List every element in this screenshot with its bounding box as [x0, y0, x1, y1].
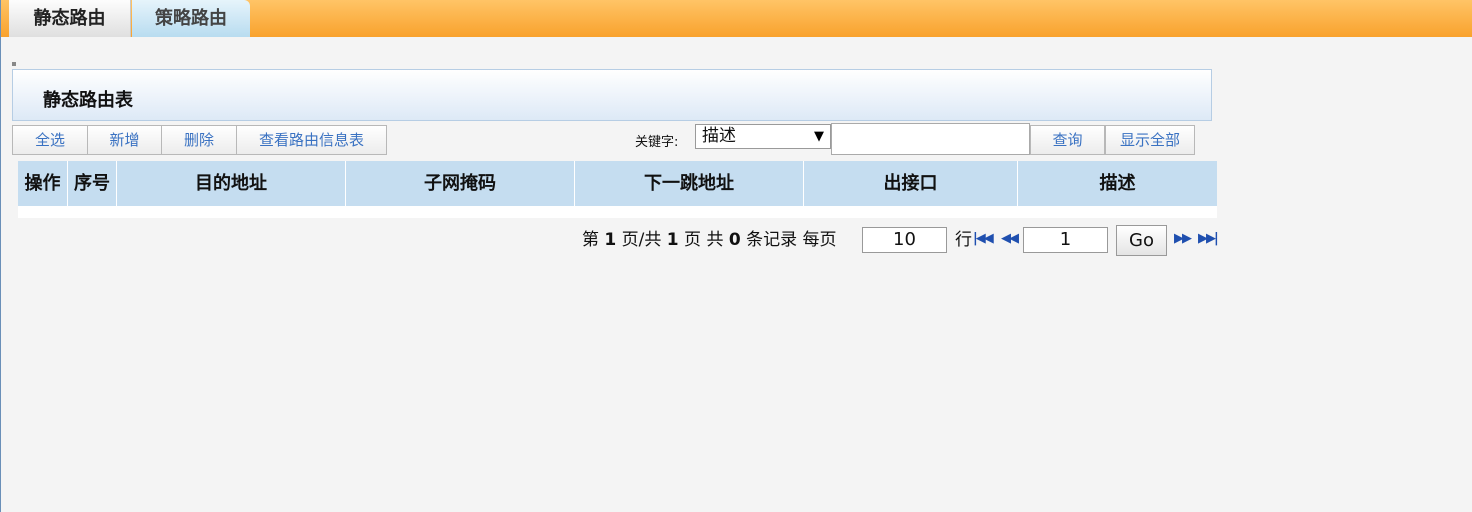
go-button[interactable]: Go: [1116, 225, 1167, 256]
dropdown-arrow-icon: ▼: [814, 129, 824, 144]
column-header-subnet-mask: 子网掩码: [346, 161, 575, 206]
pager-page-sep: 页/共: [621, 230, 662, 250]
pager-records-suffix: 条记录 每页: [746, 230, 837, 250]
prev-page-icon[interactable]: ◀◀: [1001, 231, 1019, 246]
keyword-field-select[interactable]: 描述 ▼: [695, 124, 831, 149]
pager-prefix: 第: [582, 230, 599, 250]
per-page-input[interactable]: 10: [862, 227, 947, 253]
column-header-destination: 目的地址: [117, 161, 346, 206]
next-page-icon[interactable]: ▶▶: [1174, 231, 1192, 246]
current-page: 1: [604, 230, 617, 250]
column-header-action: 操作: [18, 161, 68, 206]
keyword-input[interactable]: [831, 123, 1030, 155]
total-pages: 1: [666, 230, 679, 250]
goto-page-input[interactable]: 1: [1023, 227, 1108, 253]
select-all-button[interactable]: 全选: [12, 125, 88, 155]
pager-page-suffix: 页 共: [684, 230, 724, 250]
show-all-button[interactable]: 显示全部: [1105, 125, 1195, 155]
tab-policy-route[interactable]: 策略路由: [132, 0, 250, 37]
per-page-unit: 行: [955, 230, 972, 250]
last-page-icon[interactable]: ▶▶|: [1198, 231, 1219, 246]
tab-static-route[interactable]: 静态路由: [9, 0, 131, 37]
delete-button[interactable]: 删除: [161, 125, 237, 155]
add-button[interactable]: 新增: [87, 125, 162, 155]
panel-corner-mark: [12, 62, 16, 66]
view-route-info-button[interactable]: 查看路由信息表: [236, 125, 387, 155]
column-header-out-interface: 出接口: [804, 161, 1018, 206]
table-body: [18, 206, 1217, 218]
column-header-index: 序号: [68, 161, 117, 206]
table-header: 操作 序号 目的地址 子网掩码 下一跳地址 出接口 描述: [18, 161, 1217, 206]
panel-header: 静态路由表: [12, 69, 1212, 121]
total-records: 0: [728, 230, 741, 250]
search-button[interactable]: 查询: [1030, 125, 1105, 155]
column-header-next-hop: 下一跳地址: [575, 161, 804, 206]
first-page-icon[interactable]: |◀◀: [973, 231, 994, 246]
panel-title: 静态路由表: [43, 90, 133, 111]
column-header-description: 描述: [1099, 173, 1136, 194]
keyword-label: 关键字:: [635, 135, 679, 150]
keyword-field-value: 描述: [702, 126, 736, 146]
pagination-info: 第 1 页/共 1 页 共 0 条记录 每页: [582, 224, 837, 256]
